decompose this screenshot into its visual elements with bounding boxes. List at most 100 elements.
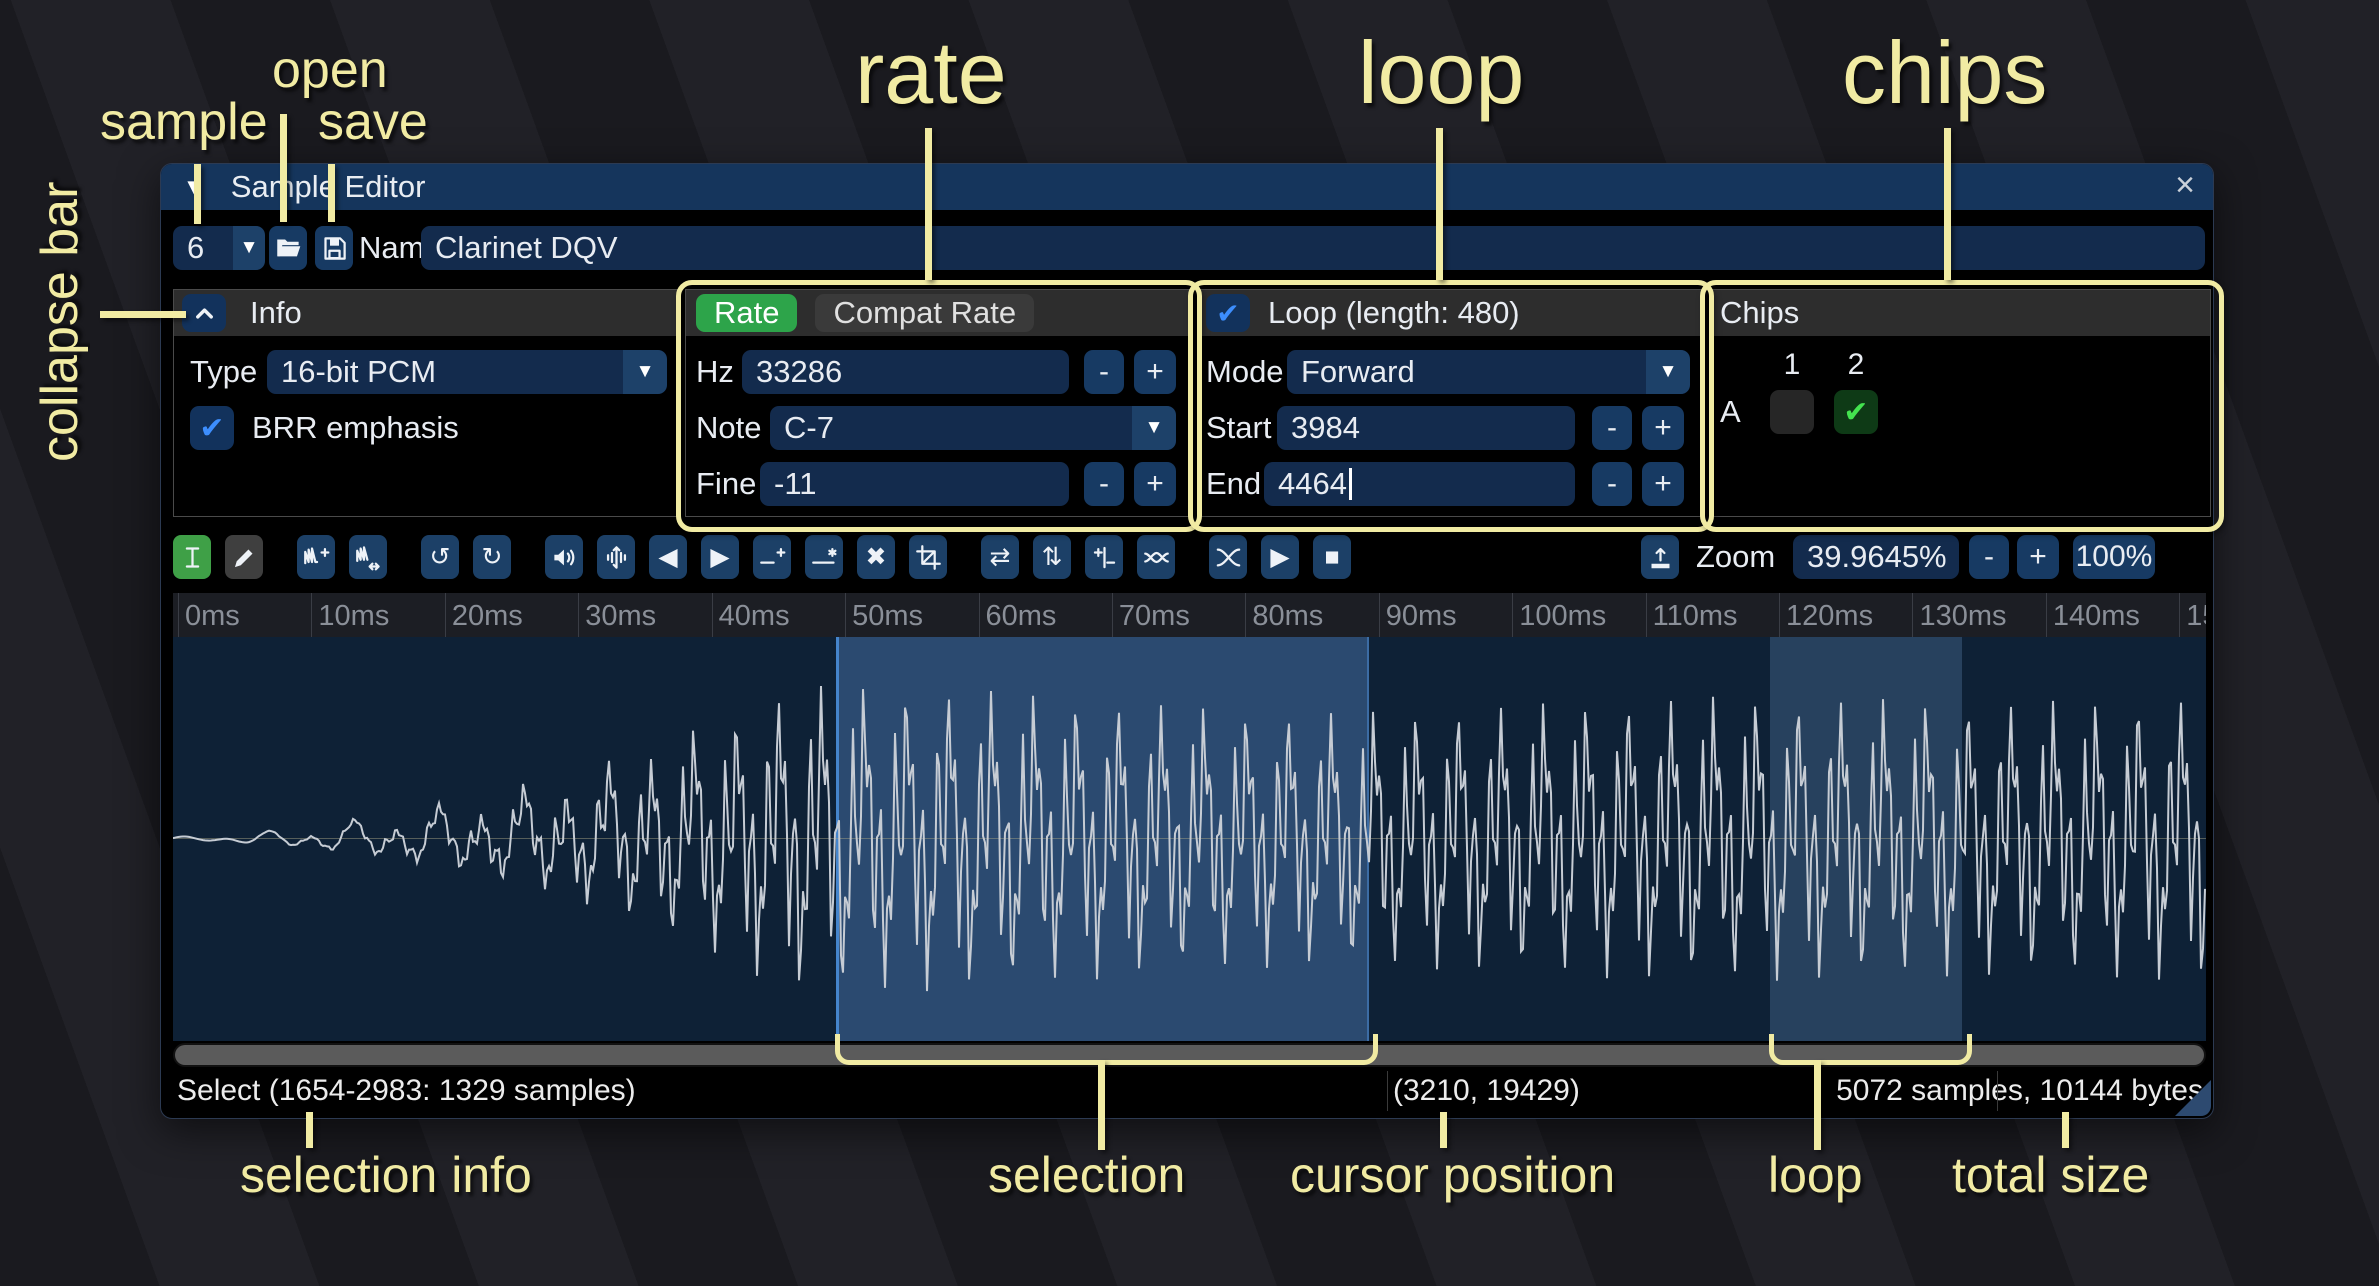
annotation-stem-selection <box>1098 1060 1105 1150</box>
brr-emphasis-checkbox[interactable]: ✔ <box>190 406 234 450</box>
annotation-outline-rate <box>676 280 1202 532</box>
upload-sample-button[interactable] <box>1641 535 1679 579</box>
redo-button[interactable]: ↻ <box>473 535 511 579</box>
chevron-up-icon <box>191 300 218 327</box>
selection-info-text: Select (1654-2983: 1329 samples) <box>177 1069 636 1113</box>
ruler-tick <box>1512 593 1513 637</box>
ruler-tick <box>311 593 312 637</box>
waveform-trace <box>173 637 2206 1041</box>
fade-out-button[interactable]: ▶ <box>701 535 739 579</box>
ruler-tick-label: 100ms <box>1519 600 1606 633</box>
type-value: 16-bit PCM <box>281 354 436 389</box>
normalize-button[interactable] <box>597 535 635 579</box>
status-separator <box>1387 1071 1388 1111</box>
ruler-tick-label: 150ms <box>2186 600 2206 633</box>
floppy-disk-icon <box>321 235 348 262</box>
annotation-stem-loop <box>1814 1060 1821 1150</box>
ruler-tick-label: 30ms <box>585 600 656 633</box>
ruler-tick <box>1646 593 1647 637</box>
ruler-tick-label: 140ms <box>2053 600 2140 633</box>
undo-button[interactable]: ↺ <box>421 535 459 579</box>
ruler-tick <box>445 593 446 637</box>
delete-button[interactable]: ✖ <box>857 535 895 579</box>
resample-button[interactable] <box>349 535 387 579</box>
ruler-tick <box>845 593 846 637</box>
info-panel: Info Type 16-bit PCM ▼ ✔ BRR emphasis <box>173 289 679 517</box>
close-icon[interactable]: × <box>2175 166 2195 205</box>
zoom-input[interactable]: 39.9645% <box>1793 535 1959 579</box>
annotation-loop-top: loop <box>1358 22 1524 124</box>
type-label: Type <box>190 350 257 394</box>
preview-stop-button[interactable]: ■ <box>1313 535 1351 579</box>
ruler-tick <box>712 593 713 637</box>
zoom-out-button[interactable]: - <box>1969 535 2009 579</box>
ruler-tick-label: 120ms <box>1786 600 1873 633</box>
signed-unsigned-button[interactable] <box>1085 535 1123 579</box>
type-dropdown[interactable]: 16-bit PCM ▼ <box>267 350 667 394</box>
apply-silence-button[interactable] <box>805 535 843 579</box>
page-background: collapse bar sample open save rate loop … <box>0 0 2379 1286</box>
amplify-button[interactable] <box>545 535 583 579</box>
ruler-tick-label: 80ms <box>1252 600 1323 633</box>
annotation-selection-info: selection info <box>240 1146 532 1204</box>
ruler-tick-label: 40ms <box>719 600 790 633</box>
ruler-tick-label: 0ms <box>185 600 240 633</box>
fade-in-button[interactable]: ◀ <box>649 535 687 579</box>
ruler-tick <box>578 593 579 637</box>
insert-silence-button[interactable] <box>753 535 791 579</box>
title-bar[interactable]: ▼ Sample Editor × <box>161 164 2213 210</box>
annotation-line-chips <box>1944 128 1951 280</box>
annotation-outline-chips <box>1700 280 2224 532</box>
total-size-text: 5072 samples, 10144 bytes <box>1836 1069 2203 1113</box>
brr-emphasis-label: BRR emphasis <box>252 406 459 450</box>
ruler-tick-label: 10ms <box>318 600 389 633</box>
annotation-outline-loop <box>1188 280 1714 532</box>
ruler-tick-label: 90ms <box>1386 600 1457 633</box>
annotation-collapse-bar: collapse bar <box>30 182 90 462</box>
time-ruler[interactable]: 0ms10ms20ms30ms40ms50ms60ms70ms80ms90ms1… <box>173 593 2206 637</box>
annotation-open: open <box>272 40 388 100</box>
annotation-line-save <box>328 164 335 222</box>
ruler-tick <box>178 593 179 637</box>
chevron-down-icon[interactable]: ▼ <box>233 226 265 270</box>
zoom-label: Zoom <box>1696 535 1775 579</box>
preview-play-button[interactable]: ▶ <box>1261 535 1299 579</box>
ruler-tick-label: 130ms <box>1919 600 2006 633</box>
ruler-tick-label: 70ms <box>1119 600 1190 633</box>
annotation-line-sample <box>194 164 201 224</box>
trim-button[interactable] <box>909 535 947 579</box>
sample-selector[interactable]: 6 ▼ <box>173 226 265 270</box>
save-sample-button[interactable] <box>315 226 353 270</box>
sample-selector-value: 6 <box>187 230 204 265</box>
reverse-button[interactable]: ⇄ <box>981 535 1019 579</box>
annotation-save: save <box>318 92 428 152</box>
edit-mode-select-button[interactable] <box>173 535 211 579</box>
annotation-bracket-loop <box>1769 1034 1972 1065</box>
chevron-down-icon[interactable]: ▼ <box>623 350 667 394</box>
zoom-reset-button[interactable]: 100% <box>2073 535 2155 579</box>
annotation-chips: chips <box>1842 22 2047 124</box>
ruler-tick-label: 50ms <box>852 600 923 633</box>
annotation-rate: rate <box>855 22 1007 124</box>
zoom-in-button[interactable]: + <box>2017 535 2059 579</box>
crossfade-loop-button[interactable] <box>1209 535 1247 579</box>
collapse-bar-button[interactable] <box>182 294 226 332</box>
status-bar: Select (1654-2983: 1329 samples) (3210, … <box>161 1069 2213 1113</box>
edit-mode-draw-button[interactable] <box>225 535 263 579</box>
name-input[interactable]: Clarinet DQV <box>421 226 2205 270</box>
annotation-cursor-position: cursor position <box>1290 1146 1615 1204</box>
resize-grip[interactable] <box>2175 1080 2211 1116</box>
ruler-tick <box>979 593 980 637</box>
resize-button[interactable] <box>297 535 335 579</box>
ruler-tick <box>2046 593 2047 637</box>
sample-toolbar: ↺ ↻ ◀ ▶ ✖ ⇄ ⇅ ▶ ■ Zoom 39.9645% - + 100% <box>161 529 2213 587</box>
open-sample-button[interactable] <box>269 226 307 270</box>
annotation-selection: selection <box>988 1146 1185 1204</box>
ruler-tick-label: 60ms <box>986 600 1057 633</box>
annotation-total-size: total size <box>1952 1146 2149 1204</box>
apply-filter-button[interactable] <box>1137 535 1175 579</box>
ruler-tick <box>2179 593 2180 637</box>
waveform-display[interactable] <box>173 637 2206 1041</box>
ruler-tick-label: 110ms <box>1653 600 1738 633</box>
invert-button[interactable]: ⇅ <box>1033 535 1071 579</box>
